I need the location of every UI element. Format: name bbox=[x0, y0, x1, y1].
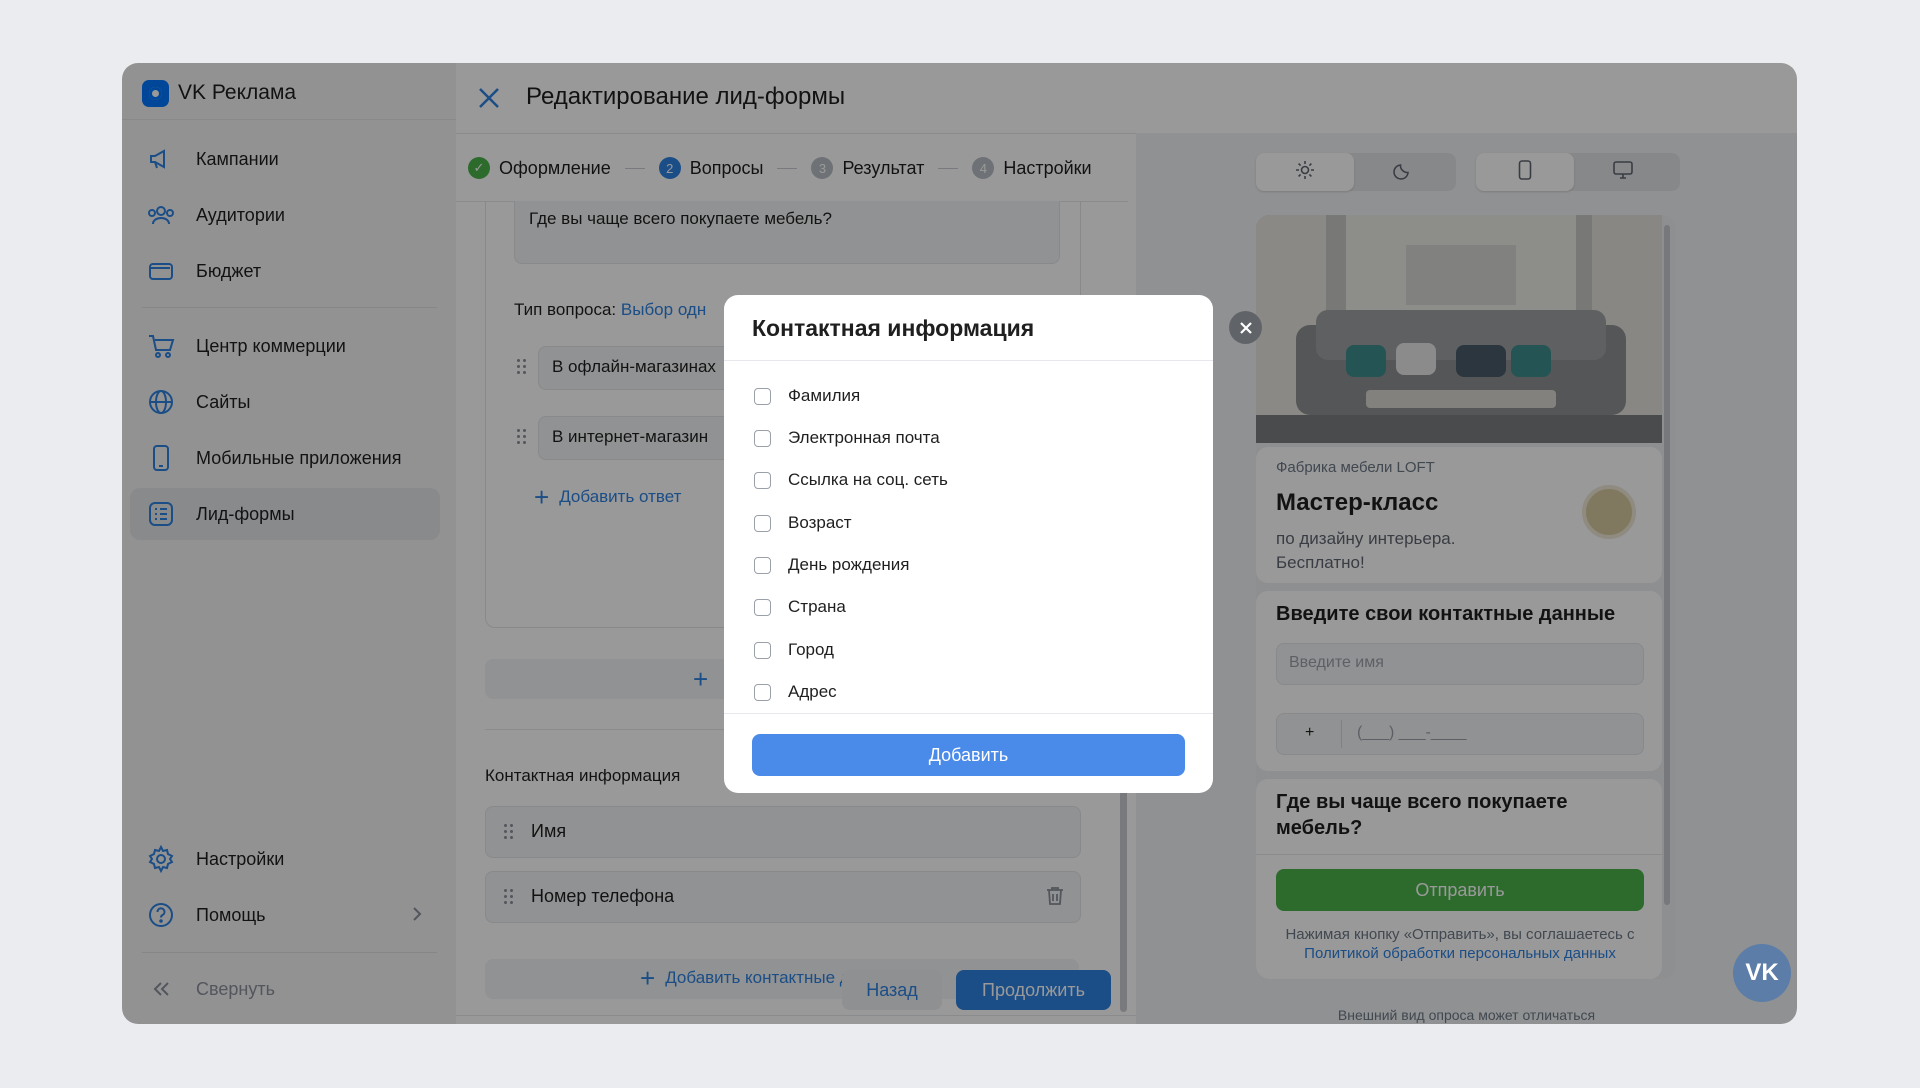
option-label: День рождения bbox=[788, 555, 910, 574]
option-label: Электронная почта bbox=[788, 428, 940, 447]
modal-title: Контактная информация bbox=[752, 315, 1035, 341]
checkbox[interactable] bbox=[754, 514, 771, 532]
option-email[interactable]: Электронная почта bbox=[754, 426, 940, 450]
vk-logo-icon[interactable]: VK bbox=[1733, 944, 1791, 1002]
option-birthday[interactable]: День рождения bbox=[754, 553, 910, 577]
option-label: Адрес bbox=[788, 682, 837, 701]
checkbox[interactable] bbox=[754, 429, 771, 447]
divider bbox=[724, 360, 1213, 361]
option-city[interactable]: Город bbox=[754, 638, 834, 662]
option-social-link[interactable]: Ссылка на соц. сеть bbox=[754, 468, 948, 492]
option-label: Фамилия bbox=[788, 386, 861, 405]
checkbox[interactable] bbox=[754, 598, 771, 616]
add-button[interactable]: Добавить bbox=[752, 734, 1185, 776]
close-icon bbox=[1239, 321, 1252, 334]
option-address[interactable]: Адрес bbox=[754, 680, 837, 704]
option-label: Город bbox=[788, 640, 834, 659]
checkbox[interactable] bbox=[754, 641, 771, 659]
checkbox[interactable] bbox=[754, 683, 771, 701]
option-label: Возраст bbox=[788, 513, 852, 532]
option-label: Ссылка на соц. сеть bbox=[788, 470, 948, 489]
option-age[interactable]: Возраст bbox=[754, 511, 852, 535]
close-modal-button[interactable] bbox=[1229, 311, 1262, 344]
checkbox[interactable] bbox=[754, 471, 771, 489]
divider bbox=[724, 713, 1213, 714]
option-country[interactable]: Страна bbox=[754, 595, 846, 619]
option-surname[interactable]: Фамилия bbox=[754, 384, 860, 408]
option-label: Страна bbox=[788, 597, 846, 616]
checkbox[interactable] bbox=[754, 556, 771, 574]
contact-info-modal: Контактная информация Фамилия Электронна… bbox=[724, 295, 1213, 793]
checkbox[interactable] bbox=[754, 387, 771, 405]
